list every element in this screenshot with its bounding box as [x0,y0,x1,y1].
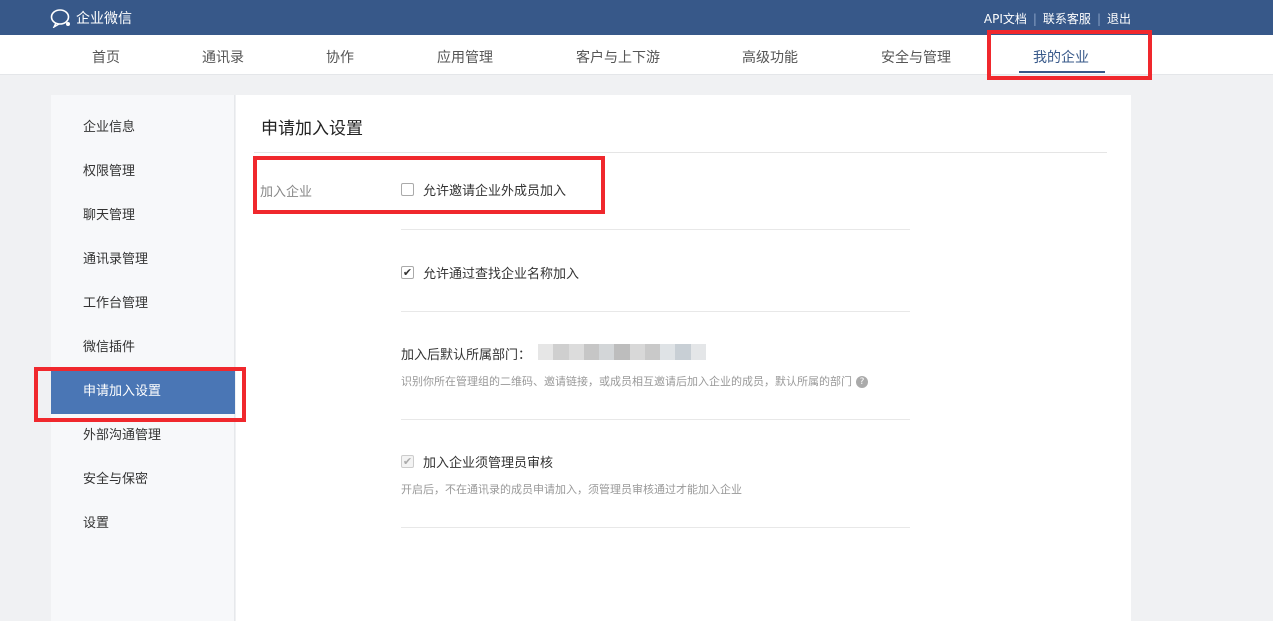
divider [401,527,910,528]
admin-review-option[interactable]: ✔ 加入企业须管理员审核 [401,452,553,471]
top-bar: 企业微信 API文档 | 联系客服 | 退出 [0,0,1273,35]
sidebar-item-enterprise-info[interactable]: 企业信息 [51,106,235,150]
divider [401,311,910,312]
page-title: 申请加入设置 [261,119,363,139]
nav-collaboration[interactable]: 协作 [326,47,354,67]
nav-home[interactable]: 首页 [92,47,120,67]
top-links: API文档 | 联系客服 | 退出 [984,10,1131,27]
nav-advanced[interactable]: 高级功能 [742,47,798,67]
title-divider [254,152,1107,153]
allow-external-invite-checkbox[interactable] [401,183,414,196]
separator: | [1032,11,1037,26]
main-nav: 首页 通讯录 协作 应用管理 客户与上下游 高级功能 安全与管理 我的企业 [0,35,1273,75]
default-dept-hint-text: 识别你所在管理组的二维码、邀请链接，或成员相互邀请后加入企业的成员，默认所属的部… [401,375,852,388]
api-docs-link[interactable]: API文档 [984,10,1027,27]
allow-external-invite-label: 允许邀请企业外成员加入 [423,184,567,199]
sidebar-item-permissions[interactable]: 权限管理 [51,150,235,194]
separator: | [1096,11,1101,26]
nav-customers[interactable]: 客户与上下游 [576,47,660,67]
sidebar: 企业信息 权限管理 聊天管理 通讯录管理 工作台管理 微信插件 申请加入设置 外… [51,95,235,621]
help-icon[interactable]: ? [856,376,868,388]
active-tab-underline [1019,71,1105,73]
divider [401,229,910,230]
divider [401,419,910,420]
join-enterprise-label: 加入企业 [260,185,313,200]
sidebar-item-external[interactable]: 外部沟通管理 [51,414,235,458]
allow-search-join-option[interactable]: ✔ 允许通过查找企业名称加入 [401,263,579,282]
allow-search-join-checkbox[interactable]: ✔ [401,266,414,279]
admin-review-checkbox[interactable]: ✔ [401,455,414,468]
sidebar-item-join-settings[interactable]: 申请加入设置 [51,370,235,414]
logout-link[interactable]: 退出 [1107,10,1131,27]
allow-external-invite-option[interactable]: 允许邀请企业外成员加入 [401,180,566,199]
contact-support-link[interactable]: 联系客服 [1043,10,1091,27]
allow-search-join-label: 允许通过查找企业名称加入 [423,267,580,282]
sidebar-item-workbench[interactable]: 工作台管理 [51,282,235,326]
nav-contacts[interactable]: 通讯录 [202,47,244,67]
app-name: 企业微信 [76,11,132,27]
sidebar-item-chat[interactable]: 聊天管理 [51,194,235,238]
admin-review-label: 加入企业须管理员审核 [423,456,554,471]
default-dept-value-blurred[interactable] [538,344,706,360]
nav-security[interactable]: 安全与管理 [881,47,951,67]
sidebar-item-contacts[interactable]: 通讯录管理 [51,238,235,282]
nav-my-enterprise[interactable]: 我的企业 [1033,47,1089,67]
app-logo[interactable]: 企业微信 [50,8,132,28]
wecom-logo-icon [50,9,70,28]
admin-review-hint: 开启后，不在通讯录的成员申请加入，须管理员审核通过才能加入企业 [401,483,742,496]
sidebar-item-security[interactable]: 安全与保密 [51,458,235,502]
nav-app-management[interactable]: 应用管理 [437,47,493,67]
default-dept-hint: 识别你所在管理组的二维码、邀请链接，或成员相互邀请后加入企业的成员，默认所属的部… [401,373,868,389]
main-content: 申请加入设置 加入企业 允许邀请企业外成员加入 ✔ 允许通过查找企业名称加入 加… [236,95,1131,621]
sidebar-item-settings[interactable]: 设置 [51,502,235,546]
default-dept-label: 加入后默认所属部门： [401,348,532,363]
sidebar-item-wechat-plugin[interactable]: 微信插件 [51,326,235,370]
